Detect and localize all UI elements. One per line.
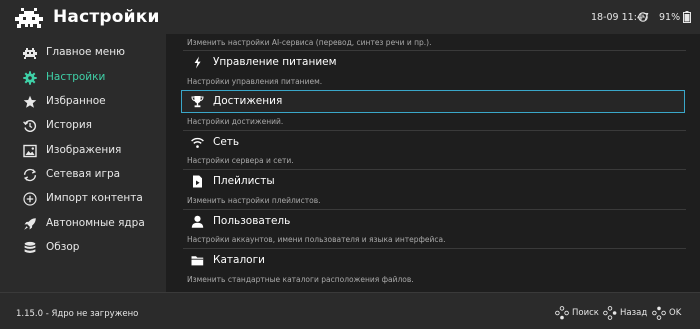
settings-item-label: Пользователь [213,215,291,227]
sidebar-item-import-content[interactable]: Импорт контента [0,188,166,210]
item-description: Изменить настройки плейлистов. [187,196,321,205]
sidebar-item-label: Настройки [46,71,106,83]
settings-item-achievements[interactable]: Достижения [181,90,685,113]
item-description: Настройки сервера и сети. [187,156,294,165]
history-icon [23,119,37,132]
settings-list: Изменить настройки AI-сервиса (перевод, … [166,34,700,292]
lightning-icon [194,56,201,69]
version-status: 1.15.0 - Ядро не загружено [16,309,139,319]
item-description: Изменить настройки AI-сервиса (перевод, … [187,38,432,47]
sidebar-item-favorites[interactable]: Избранное [0,91,166,113]
ok-label: OK [669,308,682,318]
sidebar-item-standalone-cores[interactable]: Автономные ядра [0,213,166,235]
settings-item-power-management[interactable]: Управление питанием [181,51,685,74]
sidebar: Главное меню Настройки Избранное История… [0,34,166,292]
settings-item-label: Достижения [213,95,283,107]
sidebar-item-netplay[interactable]: Сетевая игра [0,164,166,186]
settings-item-label: Плейлисты [213,175,275,187]
settings-item-label: Управление питанием [213,56,337,68]
sidebar-item-label: Обзор [46,241,80,253]
gamepad-button-icon [555,306,569,320]
item-description: Настройки управления питанием. [187,77,323,86]
item-description: Настройки достижений. [187,117,284,126]
sidebar-item-main-menu[interactable]: Главное меню [0,42,166,64]
settings-item-user[interactable]: Пользователь [181,210,685,233]
user-icon [191,215,204,228]
folder-icon [191,256,204,266]
sidebar-item-label: Автономные ядра [46,217,145,229]
clock-icon [638,12,648,22]
image-icon [23,144,37,158]
battery-icon [683,11,691,23]
sidebar-item-label: Изображения [46,144,122,156]
gamepad-button-icon [652,306,666,320]
settings-item-label: Сеть [213,136,240,148]
footer-bar: 1.15.0 - Ядро не загружено Поиск Назад O… [0,292,700,329]
trophy-icon [191,96,204,108]
settings-item-network[interactable]: Сеть [181,131,685,154]
playlist-icon [193,175,202,188]
settings-item-playlists[interactable]: Плейлисты [181,170,685,193]
rocket-icon [24,218,36,230]
retroarch-logo-icon [15,8,43,28]
back-label: Назад [620,308,648,318]
sidebar-item-history[interactable]: История [0,115,166,137]
item-description: Настройки аккаунтов, имени пользователя … [187,235,446,244]
search-label: Поиск [572,308,599,318]
sidebar-item-label: Избранное [46,95,106,107]
settings-item-label: Каталоги [213,254,265,266]
page-title: Настройки [53,7,160,27]
invader-icon [23,48,37,59]
sidebar-item-label: Главное меню [46,46,125,58]
plus-circle-icon [23,192,37,206]
database-icon [24,241,36,253]
sidebar-item-label: История [46,119,92,131]
settings-item-directories[interactable]: Каталоги [181,249,685,272]
sidebar-item-images[interactable]: Изображения [0,140,166,162]
sidebar-item-settings[interactable]: Настройки [0,67,166,89]
header-bar: Настройки 18-09 11:47 91% [0,0,700,34]
gamepad-button-icon [603,306,617,320]
wifi-icon [191,137,204,148]
item-description: Изменить стандартные каталоги расположен… [187,275,414,284]
battery-text: 91% [659,12,681,23]
sidebar-item-explore[interactable]: Обзор [0,237,166,259]
star-icon [23,95,37,108]
netplay-icon [23,168,37,182]
sidebar-item-label: Сетевая игра [46,168,121,180]
sidebar-item-label: Импорт контента [46,192,143,204]
gear-icon [23,71,37,85]
